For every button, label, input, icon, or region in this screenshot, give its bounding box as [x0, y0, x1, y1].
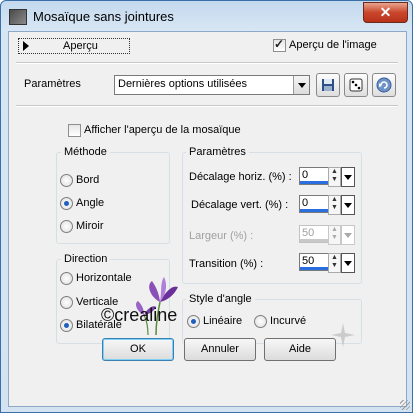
- method-group: [56, 152, 170, 244]
- h-offset-label: Décalage horiz. (%) :: [189, 171, 292, 183]
- tile-preview-checkbox[interactable]: [68, 124, 81, 137]
- preview-toggle-button[interactable]: Aperçu: [18, 38, 130, 54]
- presets-label: Paramètres: [24, 78, 81, 90]
- width-input: 50: [299, 225, 329, 243]
- image-preview-checkbox[interactable]: [273, 37, 286, 52]
- up-down-arrows-icon[interactable]: ▲ ▼: [328, 167, 341, 187]
- divider: [16, 62, 398, 64]
- h-offset-spinner[interactable]: 0 ▲ ▼: [299, 167, 355, 187]
- close-button[interactable]: ✕: [363, 2, 408, 23]
- direction-bilateral-radio[interactable]: [60, 319, 73, 332]
- save-icon: [322, 79, 334, 91]
- method-mirror-label: Miroir: [76, 220, 104, 232]
- presets-dropdown[interactable]: Dernières options utilisées: [114, 75, 310, 95]
- direction-horizontal-label: Horizontale: [76, 272, 132, 284]
- direction-group-title: Direction: [61, 253, 111, 265]
- slider-bar[interactable]: [300, 267, 328, 270]
- slider-bar[interactable]: [300, 181, 328, 184]
- dialog-window: Mosaïque sans jointures ✕ Aperçu Aperçu …: [0, 0, 413, 413]
- reset-icon: [376, 77, 392, 93]
- method-corner-radio[interactable]: [60, 197, 73, 210]
- direction-horizontal-radio[interactable]: [60, 272, 73, 285]
- chevron-down-icon[interactable]: [341, 253, 355, 273]
- params-group-title: Paramètres: [186, 146, 249, 158]
- dice-icon: [349, 78, 363, 92]
- width-spinner: 50 ▲ ▼: [299, 225, 355, 245]
- v-offset-value: 0: [302, 197, 309, 209]
- width-value: 50: [302, 227, 315, 239]
- app-icon: [9, 9, 27, 25]
- resize-grip-icon[interactable]: [400, 400, 410, 410]
- save-preset-button[interactable]: [316, 73, 340, 97]
- method-corner-label: Angle: [76, 197, 105, 209]
- help-button[interactable]: Aide: [264, 338, 336, 361]
- cancel-button[interactable]: Annuler: [184, 338, 256, 361]
- slider-bar: [300, 239, 328, 242]
- transition-label: Transition (%) :: [189, 258, 264, 270]
- preview-toggle-label: Aperçu: [63, 40, 98, 52]
- divider: [16, 105, 398, 107]
- chevron-down-icon[interactable]: [341, 195, 355, 215]
- random-button[interactable]: [344, 73, 368, 97]
- title-bar[interactable]: Mosaïque sans jointures ✕: [1, 1, 412, 31]
- v-offset-spinner[interactable]: 0 ▲ ▼: [299, 195, 355, 215]
- expand-arrow-icon: [23, 41, 29, 51]
- method-border-label: Bord: [76, 174, 100, 186]
- method-border-radio[interactable]: [60, 174, 73, 187]
- tile-preview-label: Afficher l'aperçu de la mosaïque: [84, 124, 241, 136]
- up-down-arrows-icon[interactable]: ▲ ▼: [328, 195, 341, 215]
- width-label: Largeur (%) :: [189, 230, 254, 242]
- watermark-text: ©crealine: [101, 305, 178, 325]
- chevron-down-icon[interactable]: [341, 167, 355, 187]
- h-offset-value: 0: [302, 169, 309, 181]
- direction-vertical-radio[interactable]: [60, 296, 73, 309]
- up-down-arrows-icon[interactable]: ▲ ▼: [328, 253, 341, 273]
- v-offset-input[interactable]: 0: [299, 195, 329, 213]
- transition-value: 50: [302, 255, 315, 267]
- method-group-title: Méthode: [61, 146, 110, 158]
- presets-value: Dernières options utilisées: [118, 78, 248, 90]
- corner-curved-radio[interactable]: [254, 315, 267, 328]
- up-down-arrows-icon: ▲ ▼: [328, 225, 341, 245]
- method-mirror-radio[interactable]: [60, 220, 73, 233]
- transition-input[interactable]: 50: [299, 253, 329, 271]
- chevron-down-icon[interactable]: [293, 76, 309, 94]
- image-preview-label: Aperçu de l'image: [289, 39, 377, 51]
- window-title: Mosaïque sans jointures: [33, 9, 174, 24]
- slider-bar[interactable]: [300, 209, 328, 212]
- reset-button[interactable]: [372, 73, 396, 97]
- h-offset-input[interactable]: 0: [299, 167, 329, 185]
- corner-linear-label: Linéaire: [203, 315, 243, 327]
- chevron-down-icon: [341, 225, 355, 245]
- transition-spinner[interactable]: 50 ▲ ▼: [299, 253, 355, 273]
- v-offset-label: Décalage vert. (%) :: [191, 199, 289, 211]
- corner-curved-label: Incurvé: [270, 315, 307, 327]
- ok-button[interactable]: OK: [102, 338, 174, 361]
- corner-style-group-title: Style d'angle: [186, 293, 255, 305]
